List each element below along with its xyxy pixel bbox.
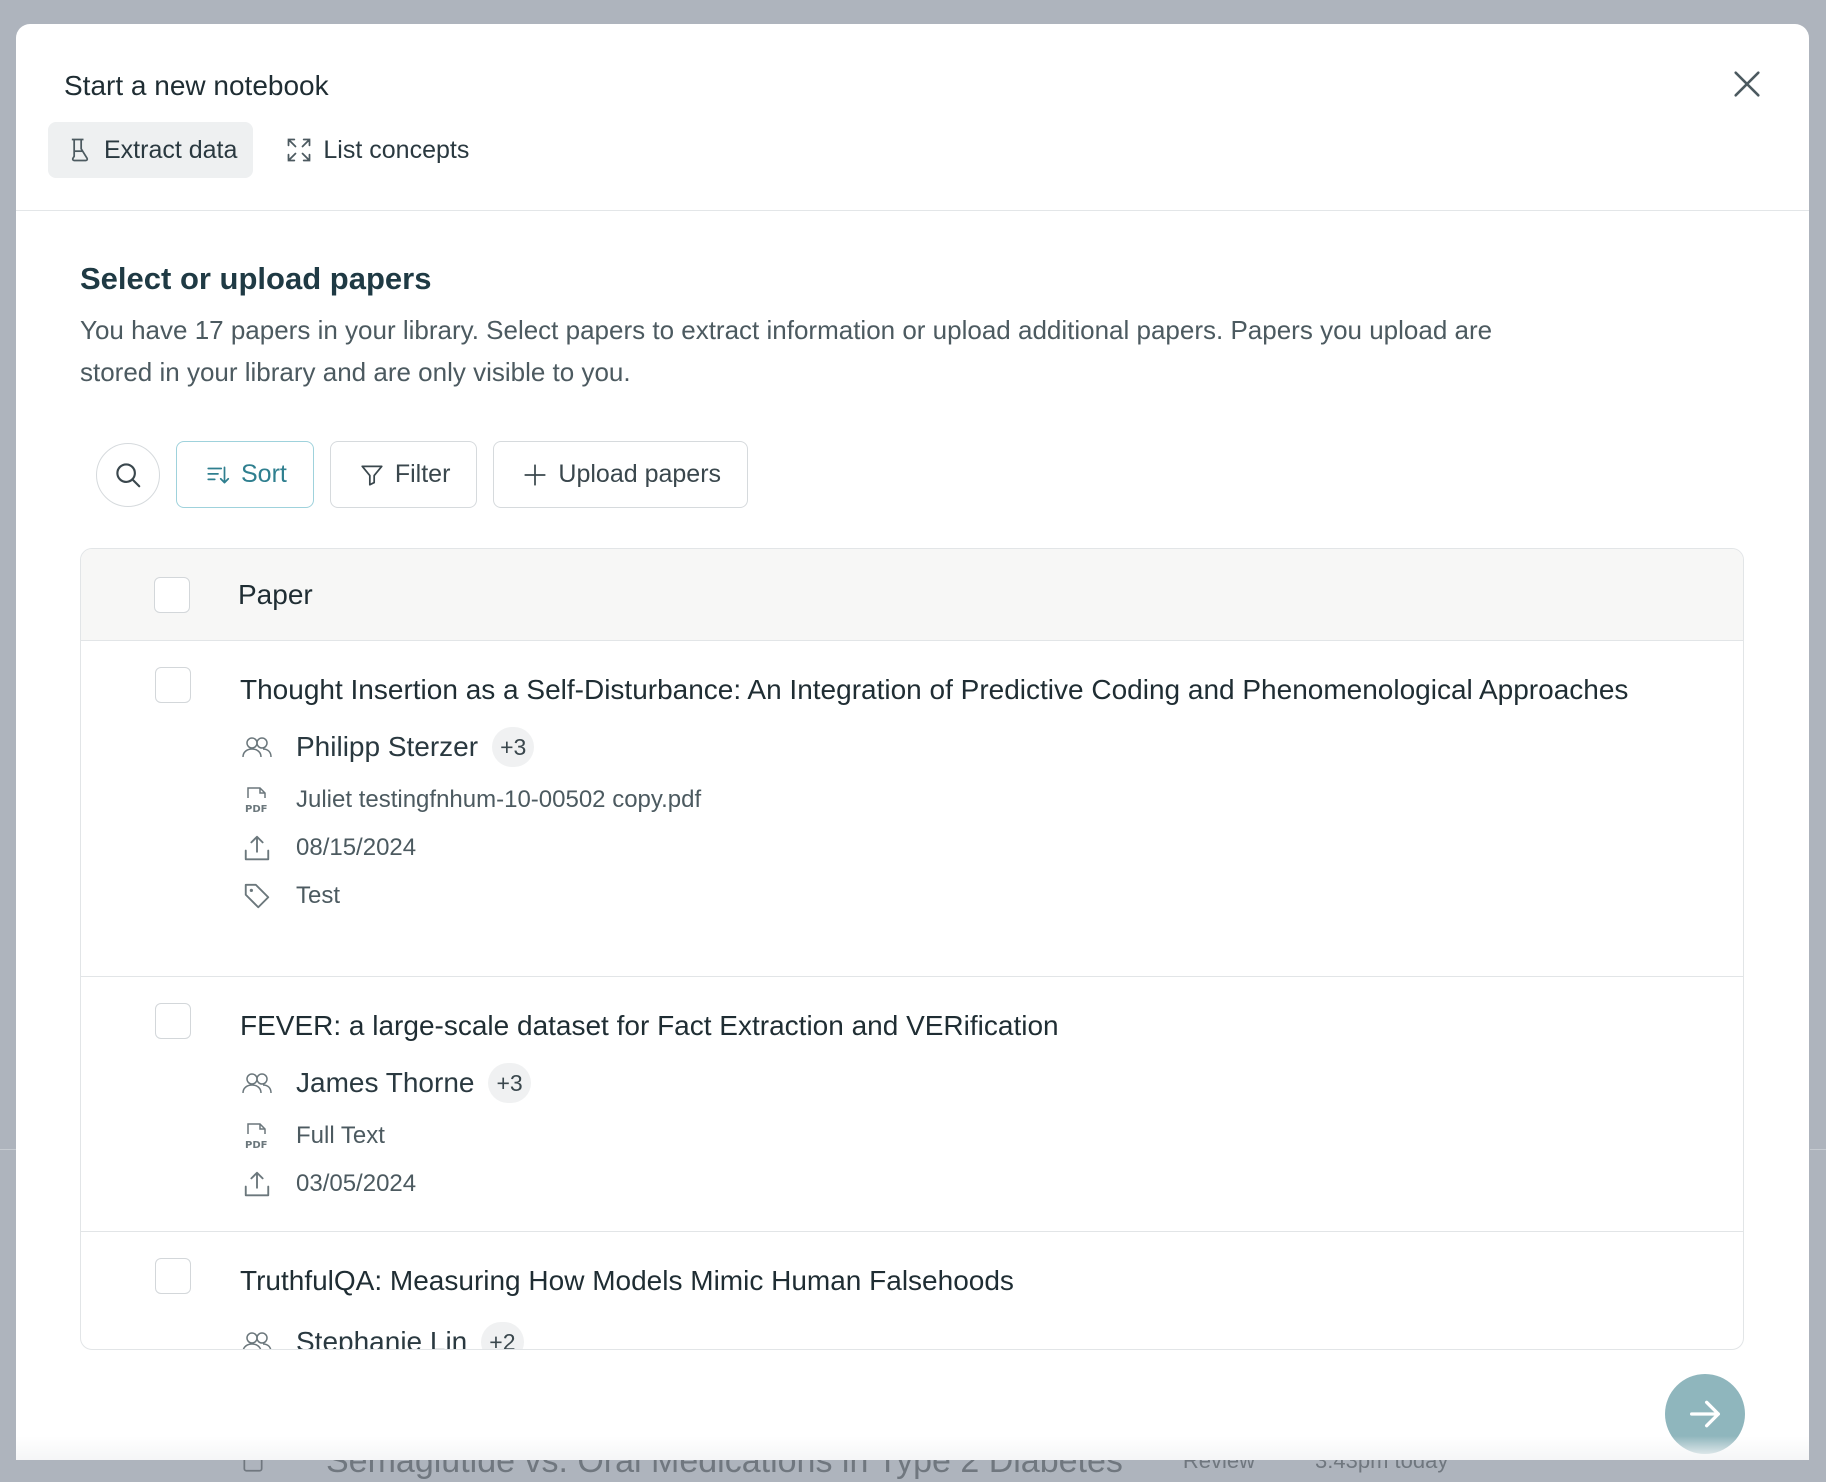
- more-authors-badge[interactable]: +2: [481, 1322, 524, 1349]
- authors-row: James Thorne +3: [240, 1061, 1660, 1105]
- close-button[interactable]: [1723, 60, 1771, 108]
- sort-icon: [207, 466, 230, 483]
- plus-icon: [524, 463, 547, 486]
- sort-label: Sort: [241, 460, 287, 488]
- select-all-checkbox[interactable]: [154, 576, 190, 613]
- filter-label: Filter: [394, 460, 451, 488]
- pdf-icon: PDF: [240, 783, 274, 817]
- paper-title[interactable]: Thought Insertion as a Self-Disturbance:…: [240, 669, 1660, 711]
- row-content: TruthfulQA: Measuring How Models Mimic H…: [240, 1232, 1660, 1350]
- modal-bottom-fade: [16, 1436, 1809, 1460]
- new-notebook-modal: Start a new notebook Extract data List c…: [16, 24, 1809, 1460]
- row-checkbox[interactable]: [155, 1258, 191, 1294]
- background-divider-right: [1810, 1149, 1826, 1150]
- background-divider-left: [0, 1149, 16, 1150]
- row-content: Thought Insertion as a Self-Disturbance:…: [240, 641, 1660, 976]
- sort-button[interactable]: Sort: [176, 441, 314, 508]
- upload-date-row: 08/15/2024: [240, 831, 1660, 865]
- upload-date: 08/15/2024: [296, 834, 417, 861]
- tab-extract-data[interactable]: Extract data: [48, 122, 254, 178]
- tab-list-concepts-label: List concepts: [323, 135, 470, 164]
- upload-icon: [240, 831, 274, 865]
- flask-icon: [71, 138, 89, 162]
- authors-row: Stephanie Lin +2: [240, 1320, 1660, 1350]
- file-name: Juliet testingfnhum-10-00502 copy.pdf: [296, 786, 702, 813]
- upload-date-row: 03/05/2024: [240, 1167, 1660, 1201]
- table-row: Thought Insertion as a Self-Disturbance:…: [81, 641, 1743, 977]
- row-content: FEVER: a large-scale dataset for Fact Ex…: [240, 977, 1660, 1231]
- table-header: Paper: [81, 549, 1743, 641]
- papers-table: Paper Thought Insertion as a Self-Distur…: [80, 548, 1744, 1350]
- section-title: Select or upload papers: [80, 261, 432, 296]
- authors-row: Philipp Sterzer +3: [240, 725, 1660, 769]
- table-row: TruthfulQA: Measuring How Models Mimic H…: [81, 1232, 1743, 1350]
- tag-row: Test: [240, 879, 1660, 913]
- first-author: James Thorne: [296, 1067, 475, 1098]
- file-row: PDF Juliet testingfnhum-10-00502 copy.pd…: [240, 783, 1660, 817]
- tab-extract-data-label: Extract data: [104, 135, 238, 164]
- people-icon: [240, 1325, 274, 1349]
- modal-title: Start a new notebook: [64, 70, 329, 101]
- notebook-type-tabs: Extract data List concepts: [48, 122, 1761, 178]
- file-row: PDF Full Text: [240, 1119, 1660, 1153]
- search-icon: [116, 462, 141, 487]
- tag-label[interactable]: Test: [296, 882, 340, 910]
- table-row: FEVER: a large-scale dataset for Fact Ex…: [81, 977, 1743, 1232]
- search-button[interactable]: [96, 442, 160, 507]
- first-author: Stephanie Lin: [296, 1326, 468, 1350]
- modal-body: Select or upload papers You have 17 pape…: [16, 211, 1809, 1350]
- filter-icon: [361, 464, 383, 486]
- close-icon: [1734, 71, 1760, 97]
- section-description: You have 17 papers in your library. Sele…: [80, 315, 1493, 387]
- row-checkbox[interactable]: [155, 667, 191, 703]
- pdf-icon: PDF: [240, 1119, 274, 1153]
- upload-papers-label: Upload papers: [558, 460, 722, 488]
- modal-header: Start a new notebook Extract data List c…: [16, 24, 1809, 211]
- people-icon: [240, 730, 274, 764]
- first-author: Philipp Sterzer: [296, 731, 479, 762]
- row-checkbox[interactable]: [155, 1003, 191, 1039]
- expand-icon: [288, 138, 311, 162]
- upload-icon: [240, 1167, 274, 1201]
- upload-date: 03/05/2024: [296, 1170, 417, 1197]
- more-authors-badge[interactable]: +3: [492, 727, 535, 767]
- papers-list: Thought Insertion as a Self-Disturbance:…: [81, 641, 1743, 1350]
- column-header-paper: Paper: [238, 578, 313, 610]
- papers-toolbar: Sort Filter Upload papers: [96, 441, 1745, 508]
- paper-title[interactable]: TruthfulQA: Measuring How Models Mimic H…: [240, 1260, 1660, 1302]
- svg-text:PDF: PDF: [245, 804, 267, 815]
- tab-list-concepts[interactable]: List concepts: [267, 122, 485, 178]
- paper-title[interactable]: FEVER: a large-scale dataset for Fact Ex…: [240, 1005, 1660, 1047]
- upload-papers-button[interactable]: Upload papers: [493, 441, 749, 508]
- more-authors-badge[interactable]: +3: [488, 1063, 531, 1103]
- filter-button[interactable]: Filter: [329, 441, 478, 508]
- svg-text:PDF: PDF: [245, 1140, 267, 1151]
- people-icon: [240, 1066, 274, 1100]
- tag-icon: [240, 879, 274, 913]
- arrow-right-icon: [1690, 1400, 1720, 1428]
- file-name: Full Text: [296, 1122, 385, 1149]
